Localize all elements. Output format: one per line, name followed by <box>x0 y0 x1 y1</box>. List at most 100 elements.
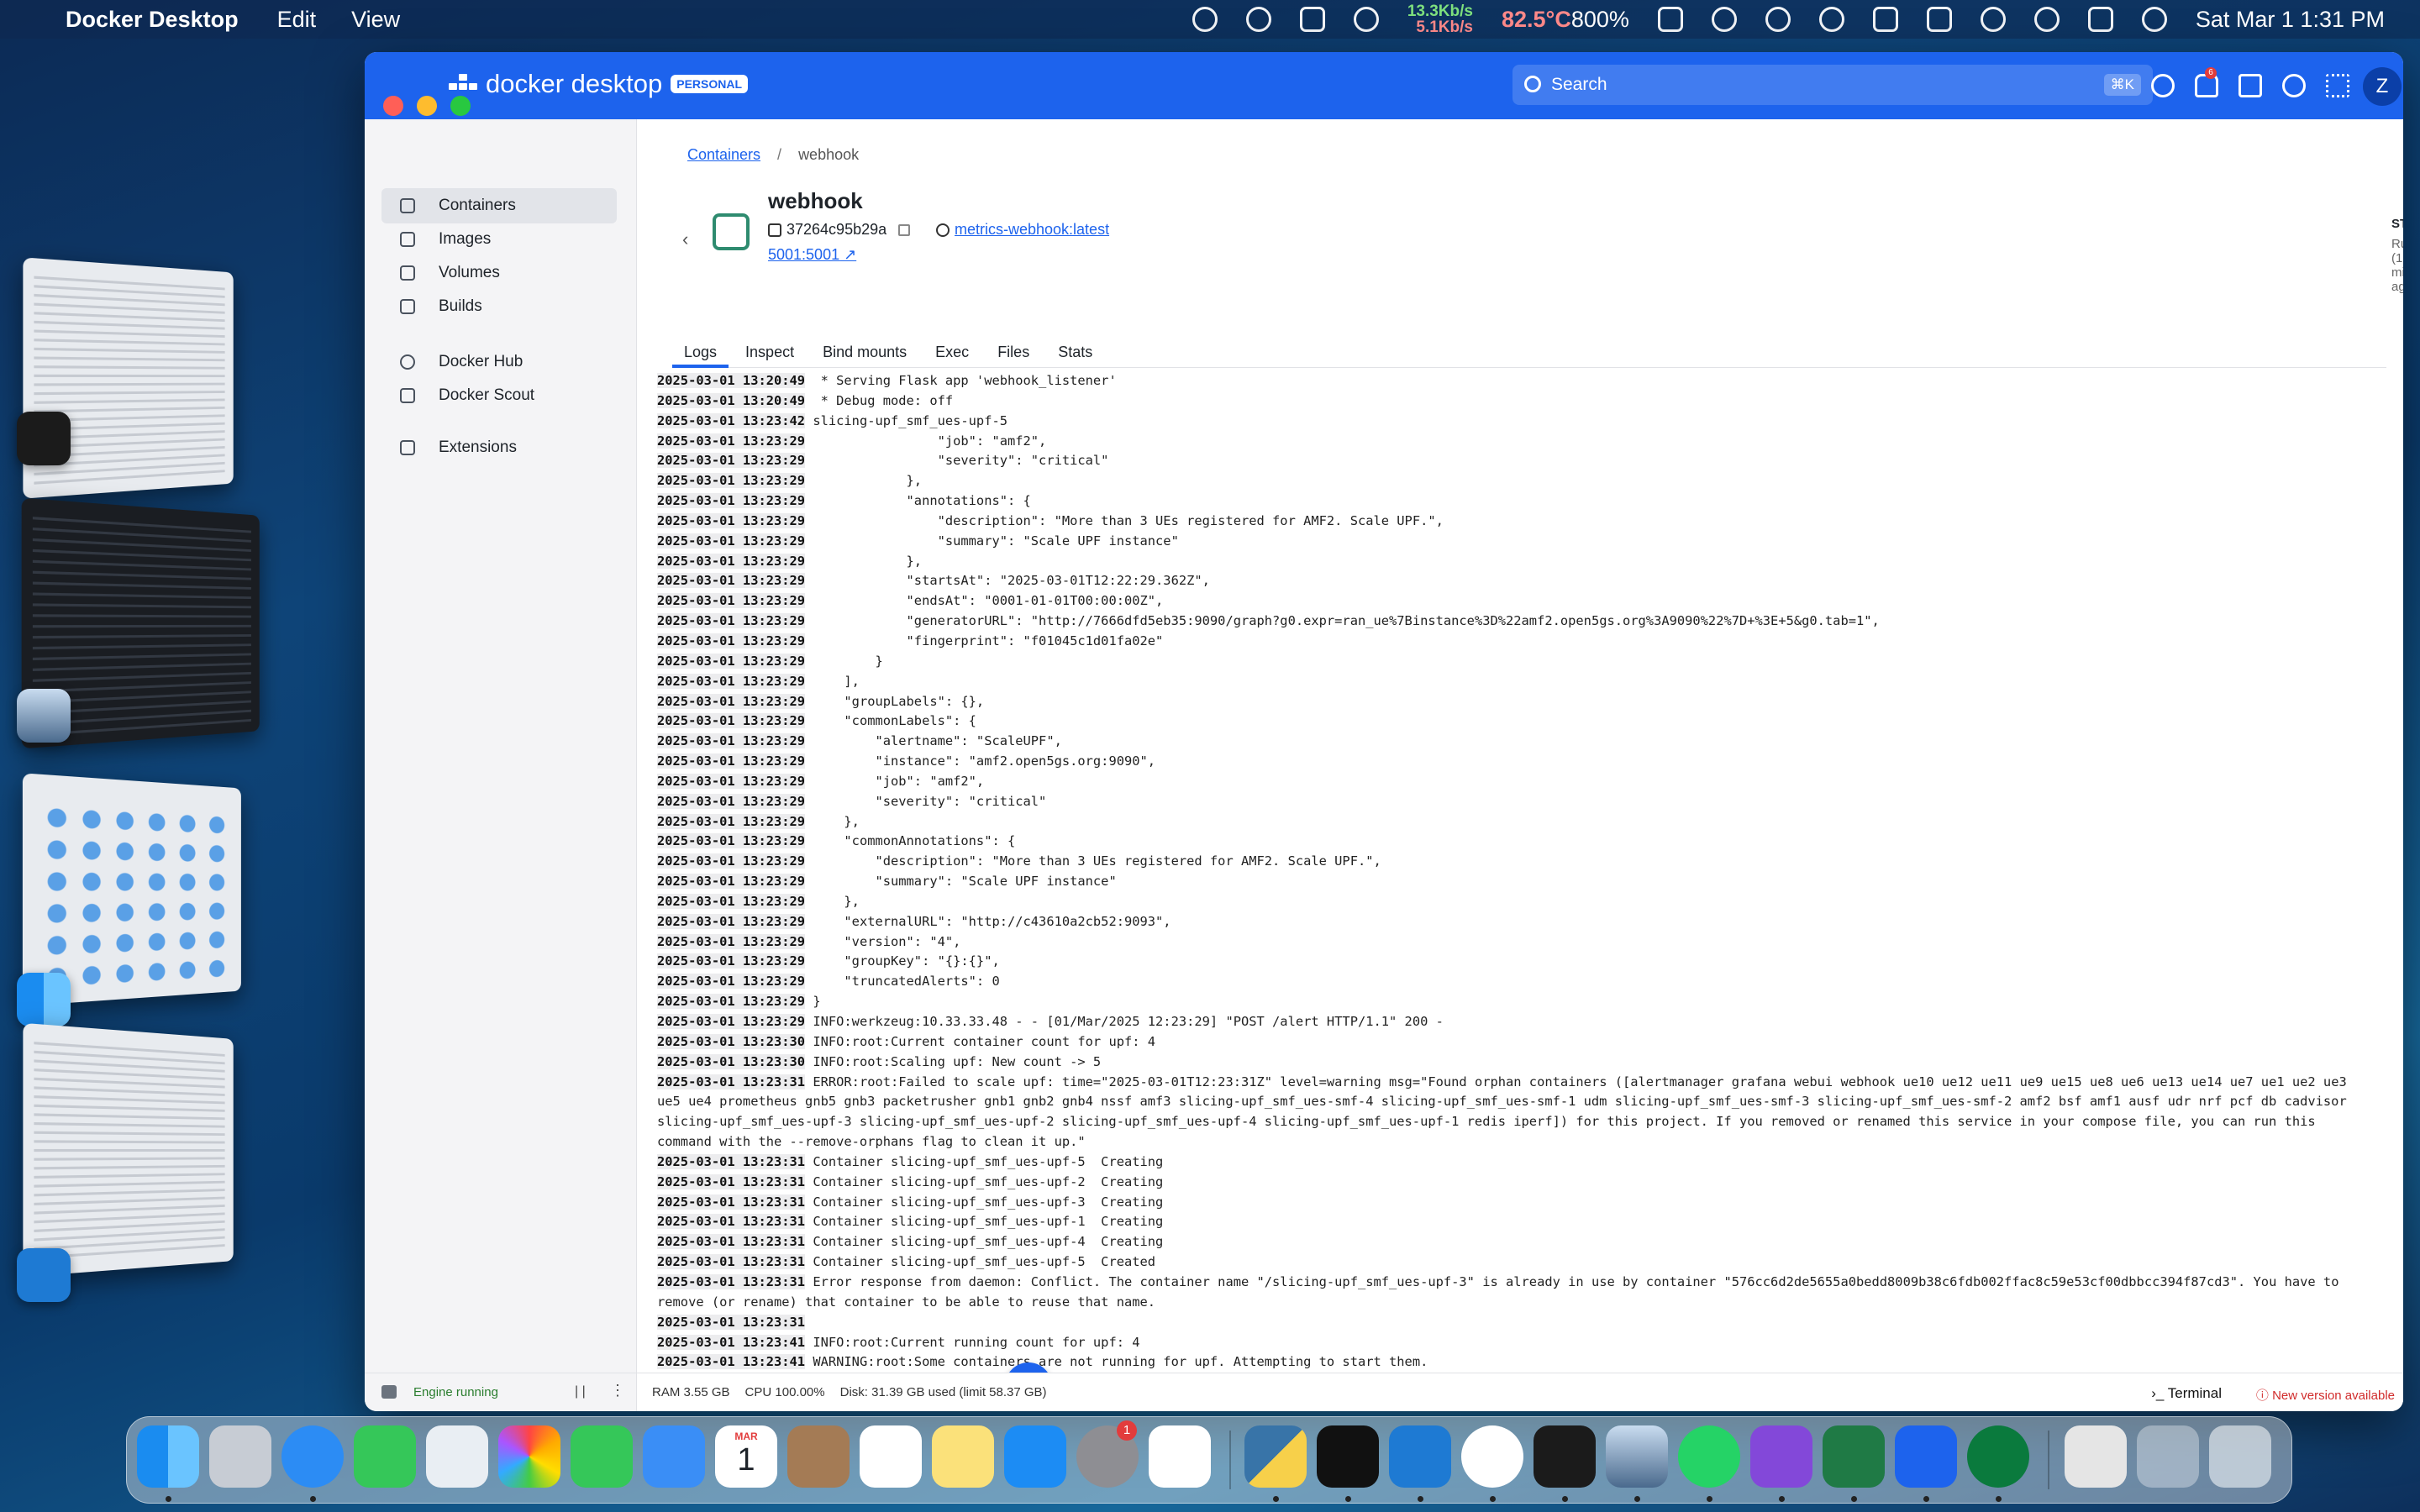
close-window-button[interactable] <box>383 96 403 116</box>
cloud-icon[interactable] <box>1245 7 1271 32</box>
sidebar-item-builds[interactable]: Builds <box>381 289 617 324</box>
cpu-stats[interactable]: 82.5°C800% <box>1502 7 1629 33</box>
chatgpt-icon[interactable] <box>1765 7 1791 32</box>
running-indicator <box>1634 1496 1640 1502</box>
log-message: "description": "More than 3 UEs register… <box>813 512 1444 528</box>
tab-inspect[interactable]: Inspect <box>734 329 806 368</box>
log-timestamp: 2025-03-01 13:23:29 <box>657 813 806 829</box>
avatar[interactable]: Z <box>2363 67 2402 106</box>
network-speed[interactable]: 13.3Kb/s 5.1Kb/s <box>1407 3 1473 35</box>
dock-safari-icon[interactable] <box>281 1425 344 1488</box>
dock-chatgpt-icon[interactable] <box>1461 1425 1523 1488</box>
search-input[interactable]: Search ⌘K <box>1512 65 2153 105</box>
dock-maps-icon[interactable] <box>426 1425 488 1488</box>
tab-bind-mounts[interactable]: Bind mounts <box>811 329 918 368</box>
tab-stats[interactable]: Stats <box>1046 329 1104 368</box>
log-message: "description": "More than 3 UEs register… <box>813 853 1381 869</box>
spotlight-search-icon[interactable] <box>2033 7 2060 32</box>
log-message: Container slicing-upf_smf_ues-upf-2 Crea… <box>813 1173 1164 1189</box>
log-viewer[interactable]: 2025-03-01 13:20:49 * Serving Flask app … <box>657 371 2363 1411</box>
dock-app-store-icon[interactable] <box>1004 1425 1066 1488</box>
grammarly-icon[interactable] <box>1353 7 1379 32</box>
dock-facetime-icon[interactable] <box>571 1425 633 1488</box>
stage-window-finder[interactable] <box>22 773 241 1006</box>
sidebar-item-docker-hub[interactable]: Docker Hub <box>381 344 617 380</box>
log-message: }, <box>813 813 860 829</box>
dock-python-icon[interactable] <box>1244 1425 1307 1488</box>
dock-docker-icon[interactable] <box>1895 1425 1957 1488</box>
sidebar-item-extensions[interactable]: Extensions <box>381 430 617 465</box>
screen-icon[interactable] <box>1657 7 1683 32</box>
running-indicator <box>1996 1496 2002 1502</box>
dock-github-desktop-icon[interactable] <box>1750 1425 1812 1488</box>
log-message: INFO:root:Current container count for up… <box>813 1033 1156 1049</box>
help-icon[interactable] <box>2151 74 2175 97</box>
sidebar-item-docker-scout[interactable]: Docker Scout <box>381 378 617 413</box>
key-icon[interactable] <box>1711 7 1737 32</box>
dock-vscode-icon[interactable] <box>1389 1425 1451 1488</box>
menu-view[interactable]: View <box>351 7 400 33</box>
back-chevron-icon[interactable]: ‹ <box>682 228 688 250</box>
image-link[interactable]: metrics-webhook:latest <box>936 221 1109 239</box>
dock-archive-icon[interactable] <box>2065 1425 2127 1488</box>
sidebar-item-images[interactable]: Images <box>381 222 617 257</box>
log-message: ERROR:root:Failed to scale upf: time="20… <box>657 1074 2355 1150</box>
minimize-window-button[interactable] <box>417 96 437 116</box>
breadcrumb-containers-link[interactable]: Containers <box>687 146 760 163</box>
menubar-clock[interactable]: Sat Mar 1 1:31 PM <box>2196 7 2385 33</box>
log-line: 2025-03-01 13:20:49 * Debug mode: off <box>657 391 2363 412</box>
log-line: 2025-03-01 13:23:29 "alertname": "ScaleU… <box>657 732 2363 752</box>
dock-mongodb-compass-icon[interactable] <box>1967 1425 2029 1488</box>
dock-finder-icon[interactable] <box>137 1425 199 1488</box>
tab-logs[interactable]: Logs <box>672 329 729 368</box>
dock-reminders-icon[interactable] <box>860 1425 922 1488</box>
dock-excel-icon[interactable] <box>1823 1425 1885 1488</box>
drive-icon[interactable] <box>1299 7 1325 32</box>
dock-calendar-icon[interactable]: MAR 1 <box>715 1425 777 1488</box>
apps-grid-icon[interactable] <box>2326 74 2349 97</box>
running-indicator <box>1345 1496 1351 1502</box>
dock-contacts-icon[interactable] <box>787 1425 850 1488</box>
port-link[interactable]: 5001:5001 ↗ <box>768 246 856 264</box>
dock-mail-icon[interactable] <box>643 1425 705 1488</box>
siri-icon[interactable] <box>2141 7 2167 32</box>
sidebar-item-containers[interactable]: Containers <box>381 188 617 223</box>
dock-messages-icon[interactable] <box>354 1425 416 1488</box>
breadcrumb-current: webhook <box>798 146 860 163</box>
dock-iterm-icon[interactable] <box>1317 1425 1379 1488</box>
control-center-icon[interactable] <box>2087 7 2113 32</box>
dock-separator <box>2048 1431 2049 1489</box>
stage-window-vscode[interactable] <box>23 1022 234 1278</box>
menu-app-name[interactable]: Docker Desktop <box>66 7 239 33</box>
dock-launchpad-icon[interactable] <box>209 1425 271 1488</box>
copy-icon[interactable] <box>898 223 911 236</box>
battery-icon[interactable] <box>1926 7 1952 32</box>
wifi-icon[interactable] <box>1980 7 2006 32</box>
keyboard-icon[interactable] <box>1872 7 1898 32</box>
new-version-link[interactable]: ⓘ New version available <box>2256 1386 2395 1404</box>
learning-center-icon[interactable] <box>2238 74 2262 97</box>
dock-photos-icon[interactable] <box>498 1425 560 1488</box>
pause-engine-icon[interactable]: | | <box>575 1384 586 1399</box>
tab-exec[interactable]: Exec <box>923 329 981 368</box>
dock-notes-icon[interactable] <box>932 1425 994 1488</box>
tab-bar: Logs Inspect Bind mounts Exec Files Stat… <box>672 329 2386 368</box>
log-line: 2025-03-01 13:23:31 Container slicing-up… <box>657 1152 2363 1173</box>
log-message: } <box>813 653 883 669</box>
dock-whatsapp-icon[interactable] <box>1678 1425 1740 1488</box>
settings-gear-icon[interactable] <box>2282 74 2306 97</box>
logo-text: docker desktop <box>486 69 663 98</box>
menu-edit[interactable]: Edit <box>277 7 317 33</box>
tab-files[interactable]: Files <box>986 329 1041 368</box>
weather-icon[interactable] <box>1192 7 1218 32</box>
dock-trash-icon[interactable] <box>2209 1425 2271 1488</box>
dock-gmail-icon[interactable] <box>1149 1425 1211 1488</box>
sidebar-item-volumes[interactable]: Volumes <box>381 255 617 291</box>
dock-terminal-icon[interactable] <box>1534 1425 1596 1488</box>
dock-preview-icon[interactable] <box>1606 1425 1668 1488</box>
dock-help-icon[interactable] <box>2137 1425 2199 1488</box>
menubar-status-area: 13.3Kb/s 5.1Kb/s 82.5°C800% Sat Mar 1 1:… <box>1192 0 2385 39</box>
more-options-icon[interactable]: ⋮ <box>610 1382 625 1399</box>
terminal-button[interactable]: ›_ Terminal <box>2151 1385 2222 1402</box>
gear-icon[interactable] <box>1818 7 1844 32</box>
